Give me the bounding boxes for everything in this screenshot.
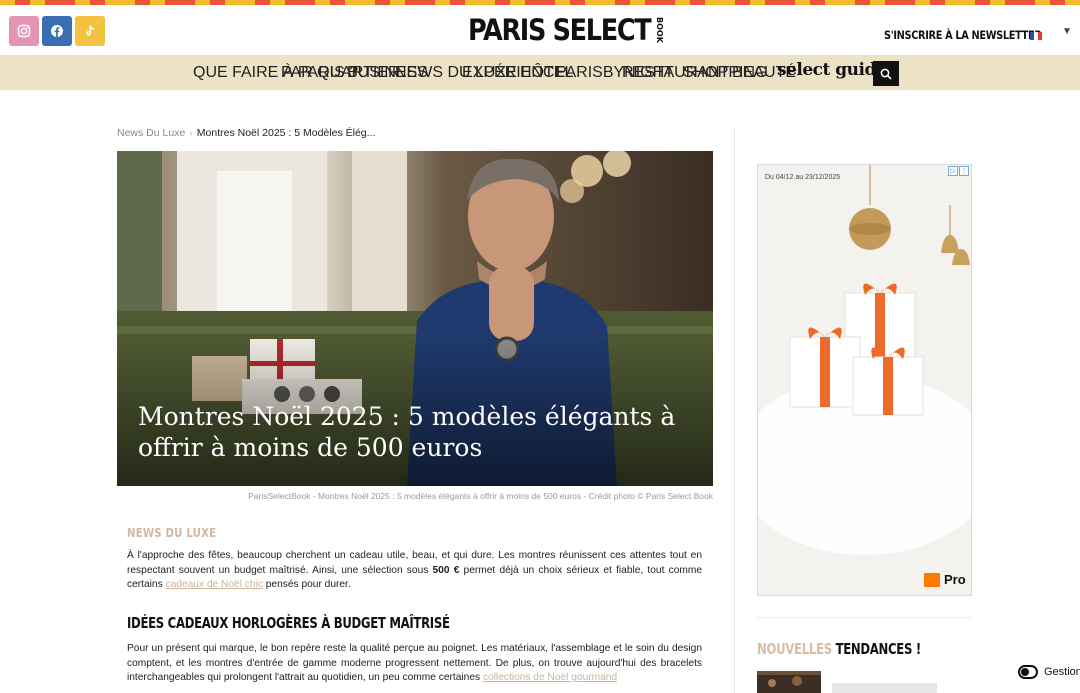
sidebar-ad[interactable]: Du 04/12 au 23/12/2025 ▷ ⋮ Pro bbox=[757, 164, 972, 596]
instagram-icon[interactable] bbox=[9, 16, 39, 46]
intro-text-3: pensés pour durer. bbox=[262, 579, 351, 590]
section-heading: IDÉES CADEAUX HORLOGÈRES À BUDGET MAÎTRI… bbox=[127, 614, 450, 632]
ad-choices[interactable]: ▷ ⋮ bbox=[948, 166, 969, 176]
cookie-toggle-icon bbox=[1018, 665, 1038, 679]
social-links bbox=[9, 16, 105, 46]
select-guide-link[interactable]: select guide bbox=[777, 60, 887, 80]
ad-choices-icon[interactable]: ▷ bbox=[948, 166, 958, 176]
breadcrumb-parent[interactable]: News Du Luxe bbox=[117, 127, 185, 139]
ad-close-icon[interactable]: ⋮ bbox=[959, 166, 969, 176]
logo-sub: BOOK bbox=[655, 17, 665, 43]
column-divider bbox=[734, 128, 735, 693]
tiktok-icon[interactable] bbox=[75, 16, 105, 46]
cookie-manager-label: Gestion bbox=[1044, 666, 1080, 678]
trends-rest: TENDANCES ! bbox=[831, 640, 922, 658]
cookie-manager[interactable]: Gestion bbox=[1016, 663, 1080, 681]
breadcrumb: News Du Luxe › Montres Noël 2025 : 5 Modèl… bbox=[117, 127, 375, 139]
hero-image: Montres Noël 2025 : 5 modèles élégants à… bbox=[117, 151, 713, 486]
article-title: Montres Noël 2025 : 5 modèles élégants à… bbox=[138, 402, 676, 462]
trend-thumbnail-image bbox=[757, 671, 821, 693]
hero-caption: ParisSelectBook - Montres Noël 2025 : 5 … bbox=[248, 491, 713, 501]
trend-title-placeholder[interactable] bbox=[832, 683, 937, 693]
trend-thumbnail[interactable] bbox=[757, 671, 821, 693]
top-bar: PARIS SELECT BOOK S'INSCRIRE À LA NEWSLE… bbox=[0, 5, 1080, 55]
chevron-down-icon[interactable]: ▼ bbox=[1062, 26, 1072, 37]
intro-bold: 500 € bbox=[432, 564, 460, 576]
search-icon bbox=[880, 68, 892, 80]
breadcrumb-separator: › bbox=[189, 127, 193, 139]
orange-logo-icon bbox=[924, 572, 940, 587]
flag-fr-icon[interactable] bbox=[1030, 32, 1042, 40]
trends-heading: NOUVELLES TENDANCES ! bbox=[757, 640, 921, 658]
breadcrumb-current: Montres Noël 2025 : 5 Modèles Élég... bbox=[196, 127, 376, 139]
ad-brand: Pro bbox=[924, 572, 966, 587]
article-intro: À l'approche des fêtes, beaucoup cherche… bbox=[127, 549, 702, 593]
facebook-icon[interactable] bbox=[42, 16, 72, 46]
site-logo[interactable]: PARIS SELECT BOOK bbox=[468, 14, 664, 46]
body-link[interactable]: collections de Noël gourmand bbox=[483, 672, 617, 683]
ad-visual bbox=[758, 165, 971, 595]
article-body: Pour un présent qui marque, le bon repèr… bbox=[127, 642, 702, 686]
ad-brand-label: Pro bbox=[944, 572, 966, 587]
ad-date-range: Du 04/12 au 23/12/2025 bbox=[765, 174, 841, 181]
trends-highlight: NOUVELLES bbox=[757, 640, 832, 658]
intro-link[interactable]: cadeaux de Noël chic bbox=[166, 579, 263, 590]
article-category[interactable]: NEWS DU LUXE bbox=[127, 526, 216, 540]
sidebar-divider bbox=[757, 617, 972, 618]
logo-main: PARIS SELECT bbox=[468, 13, 652, 47]
search-button[interactable] bbox=[873, 61, 899, 86]
main-nav: QUE FAIRE À PARIS ? PAR QUARTIER BUSINES… bbox=[0, 55, 1080, 90]
newsletter-link[interactable]: S'INSCRIRE À LA NEWSLETTER bbox=[884, 28, 1042, 42]
